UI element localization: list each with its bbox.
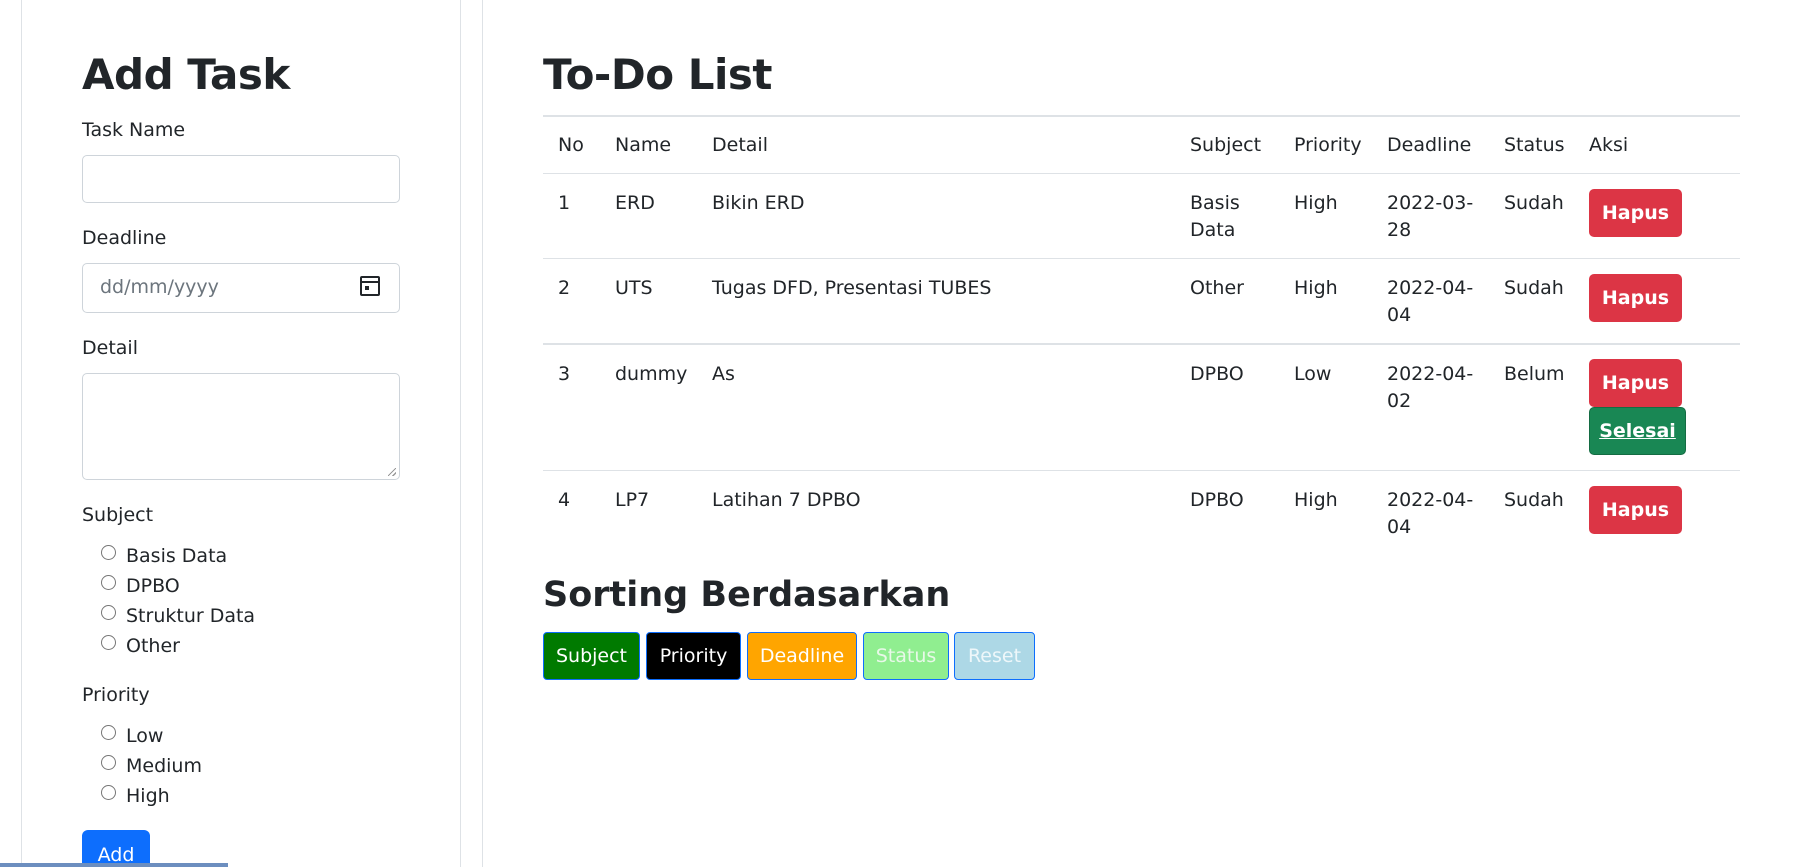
left-divider [21, 0, 22, 867]
cell-detail: As [712, 363, 735, 385]
cell-name: dummy [615, 363, 688, 385]
cell-deadline: 2022-03-28 [1387, 192, 1474, 241]
radio-icon[interactable] [101, 784, 116, 800]
cell-no: 2 [558, 277, 571, 299]
deadline-label: Deadline [82, 227, 167, 249]
cell-subject: DPBO [1190, 363, 1244, 385]
sort-status-button[interactable]: Status [863, 632, 949, 680]
radio-icon[interactable] [101, 574, 116, 590]
subject-option-other[interactable]: Other [101, 634, 180, 657]
detail-textarea[interactable] [82, 373, 400, 480]
cell-priority: High [1294, 192, 1338, 214]
task-name-label: Task Name [82, 119, 186, 141]
table-top-border [543, 115, 1740, 117]
cell-no: 4 [558, 489, 571, 511]
deadline-placeholder: dd/mm/yyyy [100, 276, 219, 298]
cell-name: UTS [615, 277, 653, 299]
cell-priority: Low [1294, 363, 1332, 385]
selesai-button[interactable]: Selesai [1589, 407, 1686, 455]
cell-deadline: 2022-04-02 [1387, 363, 1474, 412]
cell-detail: Latihan 7 DPBO [712, 489, 861, 511]
row-divider [543, 343, 1740, 345]
cell-priority: High [1294, 489, 1338, 511]
cell-deadline: 2022-04-04 [1387, 489, 1474, 538]
priority-option-low[interactable]: Low [101, 724, 164, 747]
subject-option-label: Basis Data [126, 545, 228, 567]
todo-title: To-Do List [543, 50, 772, 99]
priority-option-medium[interactable]: Medium [101, 754, 202, 777]
cell-status: Sudah [1504, 489, 1564, 511]
sorting-title: Sorting Berdasarkan [543, 575, 951, 615]
resize-handle-icon[interactable] [388, 468, 396, 476]
th-no: No [558, 134, 584, 156]
panel-divider-right [482, 0, 483, 867]
cell-detail: Tugas DFD, Presentasi TUBES [712, 277, 992, 299]
cell-status: Sudah [1504, 277, 1564, 299]
row-divider [543, 258, 1740, 259]
th-aksi: Aksi [1589, 134, 1629, 156]
th-name: Name [615, 134, 672, 156]
subject-option-struktur-data[interactable]: Struktur Data [101, 604, 256, 627]
calendar-icon[interactable] [360, 276, 380, 296]
subject-option-label: Other [126, 635, 180, 657]
th-deadline: Deadline [1387, 134, 1472, 156]
th-subject: Subject [1190, 134, 1262, 156]
deadline-input[interactable]: dd/mm/yyyy [82, 263, 400, 313]
subject-option-dpbo[interactable]: DPBO [101, 574, 180, 597]
add-button[interactable]: Add [82, 830, 150, 867]
th-priority: Priority [1294, 134, 1362, 156]
detail-label: Detail [82, 337, 138, 359]
radio-icon[interactable] [101, 544, 116, 560]
hapus-button[interactable]: Hapus [1589, 359, 1682, 407]
cell-priority: High [1294, 277, 1338, 299]
subject-label: Subject [82, 504, 154, 526]
add-task-title: Add Task [82, 50, 290, 99]
cell-subject: Other [1190, 277, 1244, 299]
subject-option-label: DPBO [126, 575, 180, 597]
task-name-input[interactable] [82, 155, 400, 203]
cell-deadline: 2022-04-04 [1387, 277, 1474, 326]
bottom-scroll-indicator [0, 863, 228, 867]
row-divider [543, 173, 1740, 174]
row-divider [543, 470, 1740, 471]
cell-detail: Bikin ERD [712, 192, 805, 214]
cell-name: LP7 [615, 489, 650, 511]
hapus-button[interactable]: Hapus [1589, 189, 1682, 237]
priority-option-label: Low [126, 725, 164, 747]
sort-deadline-button[interactable]: Deadline [747, 632, 857, 680]
panel-divider-left [460, 0, 461, 867]
cell-subject: DPBO [1190, 489, 1244, 511]
th-status: Status [1504, 134, 1565, 156]
cell-status: Belum [1504, 363, 1565, 385]
priority-option-high[interactable]: High [101, 784, 170, 807]
cell-name: ERD [615, 192, 655, 214]
sort-subject-button[interactable]: Subject [543, 632, 640, 680]
reset-button[interactable]: Reset [954, 632, 1035, 680]
radio-icon[interactable] [101, 634, 116, 650]
priority-option-label: High [126, 785, 170, 807]
cell-status: Sudah [1504, 192, 1564, 214]
priority-option-label: Medium [126, 755, 202, 777]
subject-option-basis-data[interactable]: Basis Data [101, 544, 228, 567]
hapus-button[interactable]: Hapus [1589, 274, 1682, 322]
th-detail: Detail [712, 134, 768, 156]
cell-no: 1 [558, 192, 571, 214]
cell-no: 3 [558, 363, 571, 385]
radio-icon[interactable] [101, 724, 116, 740]
sort-priority-button[interactable]: Priority [646, 632, 741, 680]
cell-subject: Basis Data [1190, 192, 1240, 241]
priority-label: Priority [82, 684, 150, 706]
radio-icon[interactable] [101, 754, 116, 770]
hapus-button[interactable]: Hapus [1589, 486, 1682, 534]
subject-option-label: Struktur Data [126, 605, 256, 627]
radio-icon[interactable] [101, 604, 116, 620]
